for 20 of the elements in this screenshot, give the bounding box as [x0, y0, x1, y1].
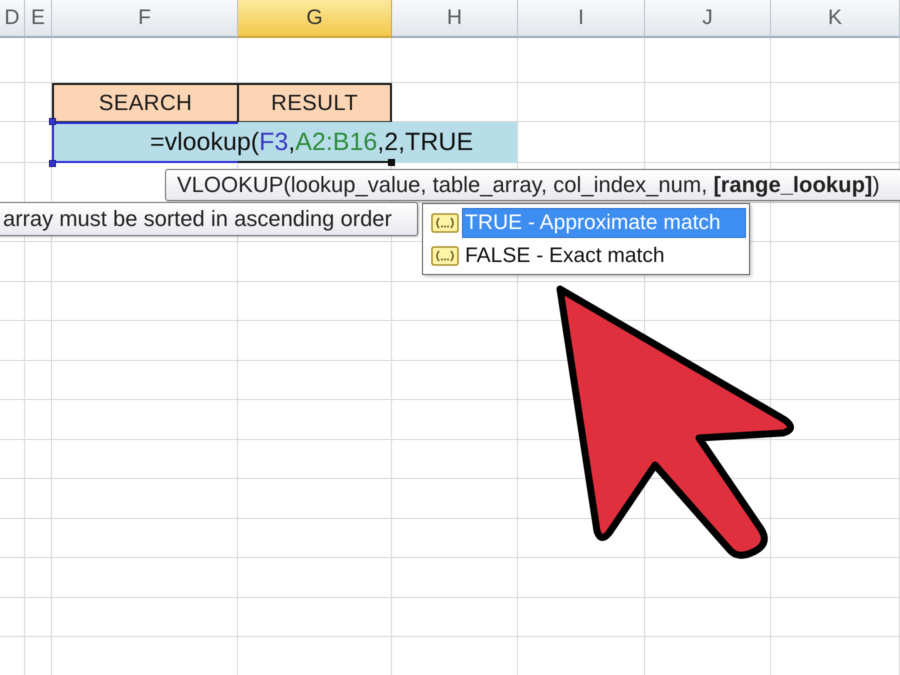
column-header[interactable]: H: [392, 0, 518, 38]
selection-handle-icon[interactable]: [49, 160, 56, 167]
column-header[interactable]: G: [238, 0, 392, 38]
column-header[interactable]: E: [25, 0, 52, 38]
selection-handle-icon[interactable]: [388, 159, 395, 166]
column-header[interactable]: K: [771, 0, 900, 38]
hint-text: array must be sorted in ascending order: [3, 206, 392, 232]
formula-text: =vlookup(F3,A2:B16,2,TRUE: [150, 128, 474, 157]
autocomplete-option[interactable]: FALSE - Exact match: [462, 240, 746, 270]
autocomplete-option[interactable]: TRUE - Approximate match: [462, 208, 746, 238]
table-header-cell: SEARCH: [52, 83, 238, 122]
parentheses-icon: [431, 246, 459, 266]
column-header[interactable]: J: [645, 0, 771, 38]
parentheses-icon: [431, 212, 459, 232]
column-header[interactable]: I: [518, 0, 645, 38]
column-header[interactable]: F: [52, 0, 238, 38]
selection-handle-icon[interactable]: [49, 118, 56, 125]
column-header[interactable]: D: [0, 0, 25, 38]
function-signature-text: VLOOKUP(lookup_value, table_array, col_index_num, [range_lookup]): [177, 172, 880, 198]
table-header-cell: RESULT: [238, 83, 392, 122]
